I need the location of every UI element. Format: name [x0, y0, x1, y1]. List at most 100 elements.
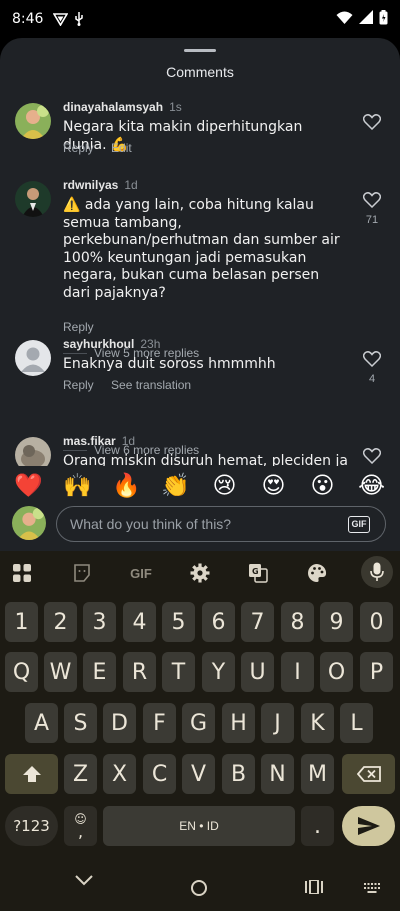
divider — [63, 449, 87, 451]
key-l[interactable]: L — [340, 703, 373, 743]
emoji-crying[interactable]: 😢 — [208, 466, 242, 506]
navigation-bar — [0, 857, 400, 911]
emoji-clap[interactable]: 👏 — [159, 466, 193, 506]
key-n[interactable]: N — [261, 754, 294, 794]
keyboard: GIF G 1 2 3 4 5 6 7 8 9 0 Q W E R T Y U … — [0, 551, 400, 857]
key-3[interactable]: 3 — [83, 602, 116, 642]
key-e[interactable]: E — [83, 652, 116, 692]
wifi-icon — [336, 11, 353, 28]
key-o[interactable]: O — [320, 652, 353, 692]
key-0[interactable]: 0 — [360, 602, 393, 642]
emoji-heart[interactable]: ❤️ — [12, 466, 46, 506]
svg-text:G: G — [252, 567, 259, 576]
key-t[interactable]: T — [162, 652, 195, 692]
period-key[interactable]: . — [301, 806, 334, 846]
keyboard-switch-icon[interactable] — [364, 883, 380, 893]
key-8[interactable]: 8 — [281, 602, 314, 642]
key-k[interactable]: K — [301, 703, 334, 743]
key-h[interactable]: H — [222, 703, 255, 743]
key-f[interactable]: F — [143, 703, 176, 743]
key-v[interactable]: V — [182, 754, 215, 794]
key-z[interactable]: Z — [64, 754, 97, 794]
emoji-raised-hands[interactable]: 🙌 — [61, 466, 95, 506]
reply-button[interactable]: Reply — [63, 320, 94, 334]
emoji-heart-eyes[interactable]: 😍 — [257, 466, 291, 506]
comment-input-row: GIF — [0, 504, 400, 544]
key-s[interactable]: S — [64, 703, 97, 743]
emoji-fire[interactable]: 🔥 — [110, 466, 144, 506]
like-button[interactable]: 71 — [361, 192, 383, 226]
comment-actions: Reply See translation — [63, 378, 205, 392]
gif-button[interactable]: GIF — [348, 516, 370, 533]
key-p[interactable]: P — [360, 652, 393, 692]
emoji-surprised[interactable]: 😮 — [306, 466, 340, 506]
comment-username[interactable]: mas.fikar 1d — [63, 434, 135, 448]
microphone-button[interactable] — [361, 556, 393, 588]
key-y[interactable]: Y — [202, 652, 235, 692]
reply-button[interactable]: Reply — [63, 141, 94, 155]
space-bar[interactable]: EN • ID — [103, 806, 295, 846]
gif-keyboard-button[interactable]: GIF — [124, 560, 158, 586]
avatar[interactable] — [15, 340, 51, 376]
comment-input[interactable] — [56, 506, 386, 542]
emoji-comma-key[interactable]: ☺ , — [64, 806, 97, 846]
heart-icon — [362, 114, 382, 131]
drag-handle[interactable] — [184, 49, 216, 52]
key-u[interactable]: U — [241, 652, 274, 692]
key-g[interactable]: G — [182, 703, 215, 743]
apps-grid-icon[interactable] — [8, 560, 36, 586]
avatar[interactable] — [15, 181, 51, 217]
see-translation-button[interactable]: See translation — [111, 378, 191, 392]
key-w[interactable]: W — [44, 652, 77, 692]
comment-actions: Reply — [63, 320, 108, 334]
key-4[interactable]: 4 — [123, 602, 156, 642]
heart-icon — [362, 351, 382, 368]
key-a[interactable]: A — [25, 703, 58, 743]
theme-palette-icon[interactable] — [303, 560, 331, 586]
key-i[interactable]: I — [281, 652, 314, 692]
key-b[interactable]: B — [222, 754, 255, 794]
comment-text: Enaknya duit soross hmmmhh — [63, 356, 276, 372]
sticker-icon[interactable] — [68, 560, 96, 586]
send-key[interactable] — [342, 806, 395, 846]
comment-time: 23h — [140, 337, 161, 351]
backspace-key[interactable] — [342, 754, 395, 794]
key-7[interactable]: 7 — [241, 602, 274, 642]
avatar[interactable] — [15, 103, 51, 139]
key-m[interactable]: M — [301, 754, 334, 794]
like-button[interactable]: 4 — [361, 351, 383, 385]
key-5[interactable]: 5 — [162, 602, 195, 642]
key-r[interactable]: R — [123, 652, 156, 692]
settings-gear-icon[interactable] — [186, 560, 214, 586]
shift-key[interactable] — [5, 754, 58, 794]
nav-back-chevron-icon[interactable] — [74, 874, 94, 886]
key-1[interactable]: 1 — [5, 602, 38, 642]
comment-actions: Reply Edit — [63, 141, 146, 155]
key-9[interactable]: 9 — [320, 602, 353, 642]
key-j[interactable]: J — [261, 703, 294, 743]
backspace-icon — [356, 766, 381, 782]
heart-icon — [362, 192, 382, 209]
key-6[interactable]: 6 — [202, 602, 235, 642]
like-button[interactable] — [361, 114, 383, 135]
like-count: 4 — [368, 373, 376, 385]
translate-icon[interactable]: G — [244, 560, 272, 586]
edit-button[interactable]: Edit — [111, 141, 132, 155]
comma-label: , — [77, 822, 84, 841]
comment-username[interactable]: rdwnilyas 1d — [63, 178, 138, 192]
symbols-key[interactable]: ?123 — [5, 806, 58, 846]
comment-username[interactable]: sayhurkhoul 23h — [63, 337, 160, 351]
comment-time: 1s — [169, 100, 182, 114]
key-x[interactable]: X — [103, 754, 136, 794]
key-2[interactable]: 2 — [44, 602, 77, 642]
reply-button[interactable]: Reply — [63, 378, 94, 392]
key-d[interactable]: D — [103, 703, 136, 743]
comment-username[interactable]: dinayahalamsyah 1s — [63, 100, 182, 114]
comment-time: 1d — [121, 434, 136, 448]
key-q[interactable]: Q — [5, 652, 38, 692]
emoji-laughing[interactable]: 😂 — [355, 466, 389, 506]
battery-icon — [379, 9, 388, 29]
nav-recents-icon[interactable] — [305, 880, 323, 894]
key-c[interactable]: C — [143, 754, 176, 794]
nav-home-icon[interactable] — [190, 879, 208, 897]
